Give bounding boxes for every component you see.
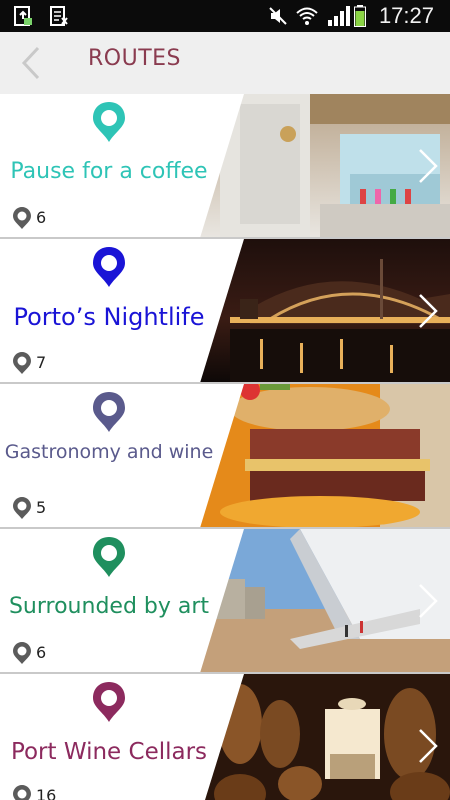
route-pin-icon <box>93 247 125 287</box>
places-pin-icon <box>13 352 31 374</box>
battery-icon <box>354 5 366 27</box>
chevron-right-icon <box>419 729 438 763</box>
places-count: 5 <box>36 498 47 517</box>
places-pin-icon <box>13 785 31 800</box>
places-count: 7 <box>36 353 47 372</box>
places-pin-icon <box>13 497 31 519</box>
route-banner-shape <box>0 674 244 800</box>
route-pin-icon <box>93 537 125 577</box>
route-item-coffee[interactable]: Pause for a coffee 6 <box>0 94 450 238</box>
route-item-wine-cellars[interactable]: Port Wine Cellars 16 <box>0 674 450 800</box>
places-pin-icon <box>13 642 31 664</box>
download-icon <box>14 6 32 26</box>
places-pin-icon <box>13 207 31 229</box>
sim-icon <box>50 6 68 26</box>
clock: 17:27 <box>378 3 434 28</box>
places-count: 16 <box>36 786 57 800</box>
places-count: 6 <box>36 643 47 662</box>
route-item-art[interactable]: Surrounded by art 6 <box>0 529 450 673</box>
route-title: Port Wine Cellars <box>10 739 208 765</box>
route-pin-icon <box>93 682 125 722</box>
chevron-right-icon <box>419 294 438 328</box>
route-title: Porto’s Nightlife <box>13 303 205 331</box>
route-title: Pause for a coffee <box>10 159 208 184</box>
route-item-nightlife[interactable]: Porto’s Nightlife 7 <box>0 239 450 383</box>
signal-icon <box>328 6 350 26</box>
back-button[interactable] <box>16 42 56 84</box>
status-bar: 17:27 <box>0 0 450 32</box>
chevron-right-icon <box>419 584 438 618</box>
route-title: Gastronomy and wine <box>4 441 214 463</box>
route-pin-icon <box>93 102 125 142</box>
mute-icon <box>269 7 287 25</box>
chevron-right-icon <box>419 149 438 183</box>
places-count: 6 <box>36 208 47 227</box>
route-item-gastronomy[interactable]: Gastronomy and wine 5 <box>0 384 450 528</box>
wifi-icon <box>296 7 318 25</box>
route-title: Surrounded by art <box>8 594 210 619</box>
page-title: ROUTES <box>88 46 182 71</box>
app-header: ROUTES <box>0 32 450 95</box>
route-pin-icon <box>93 392 125 432</box>
